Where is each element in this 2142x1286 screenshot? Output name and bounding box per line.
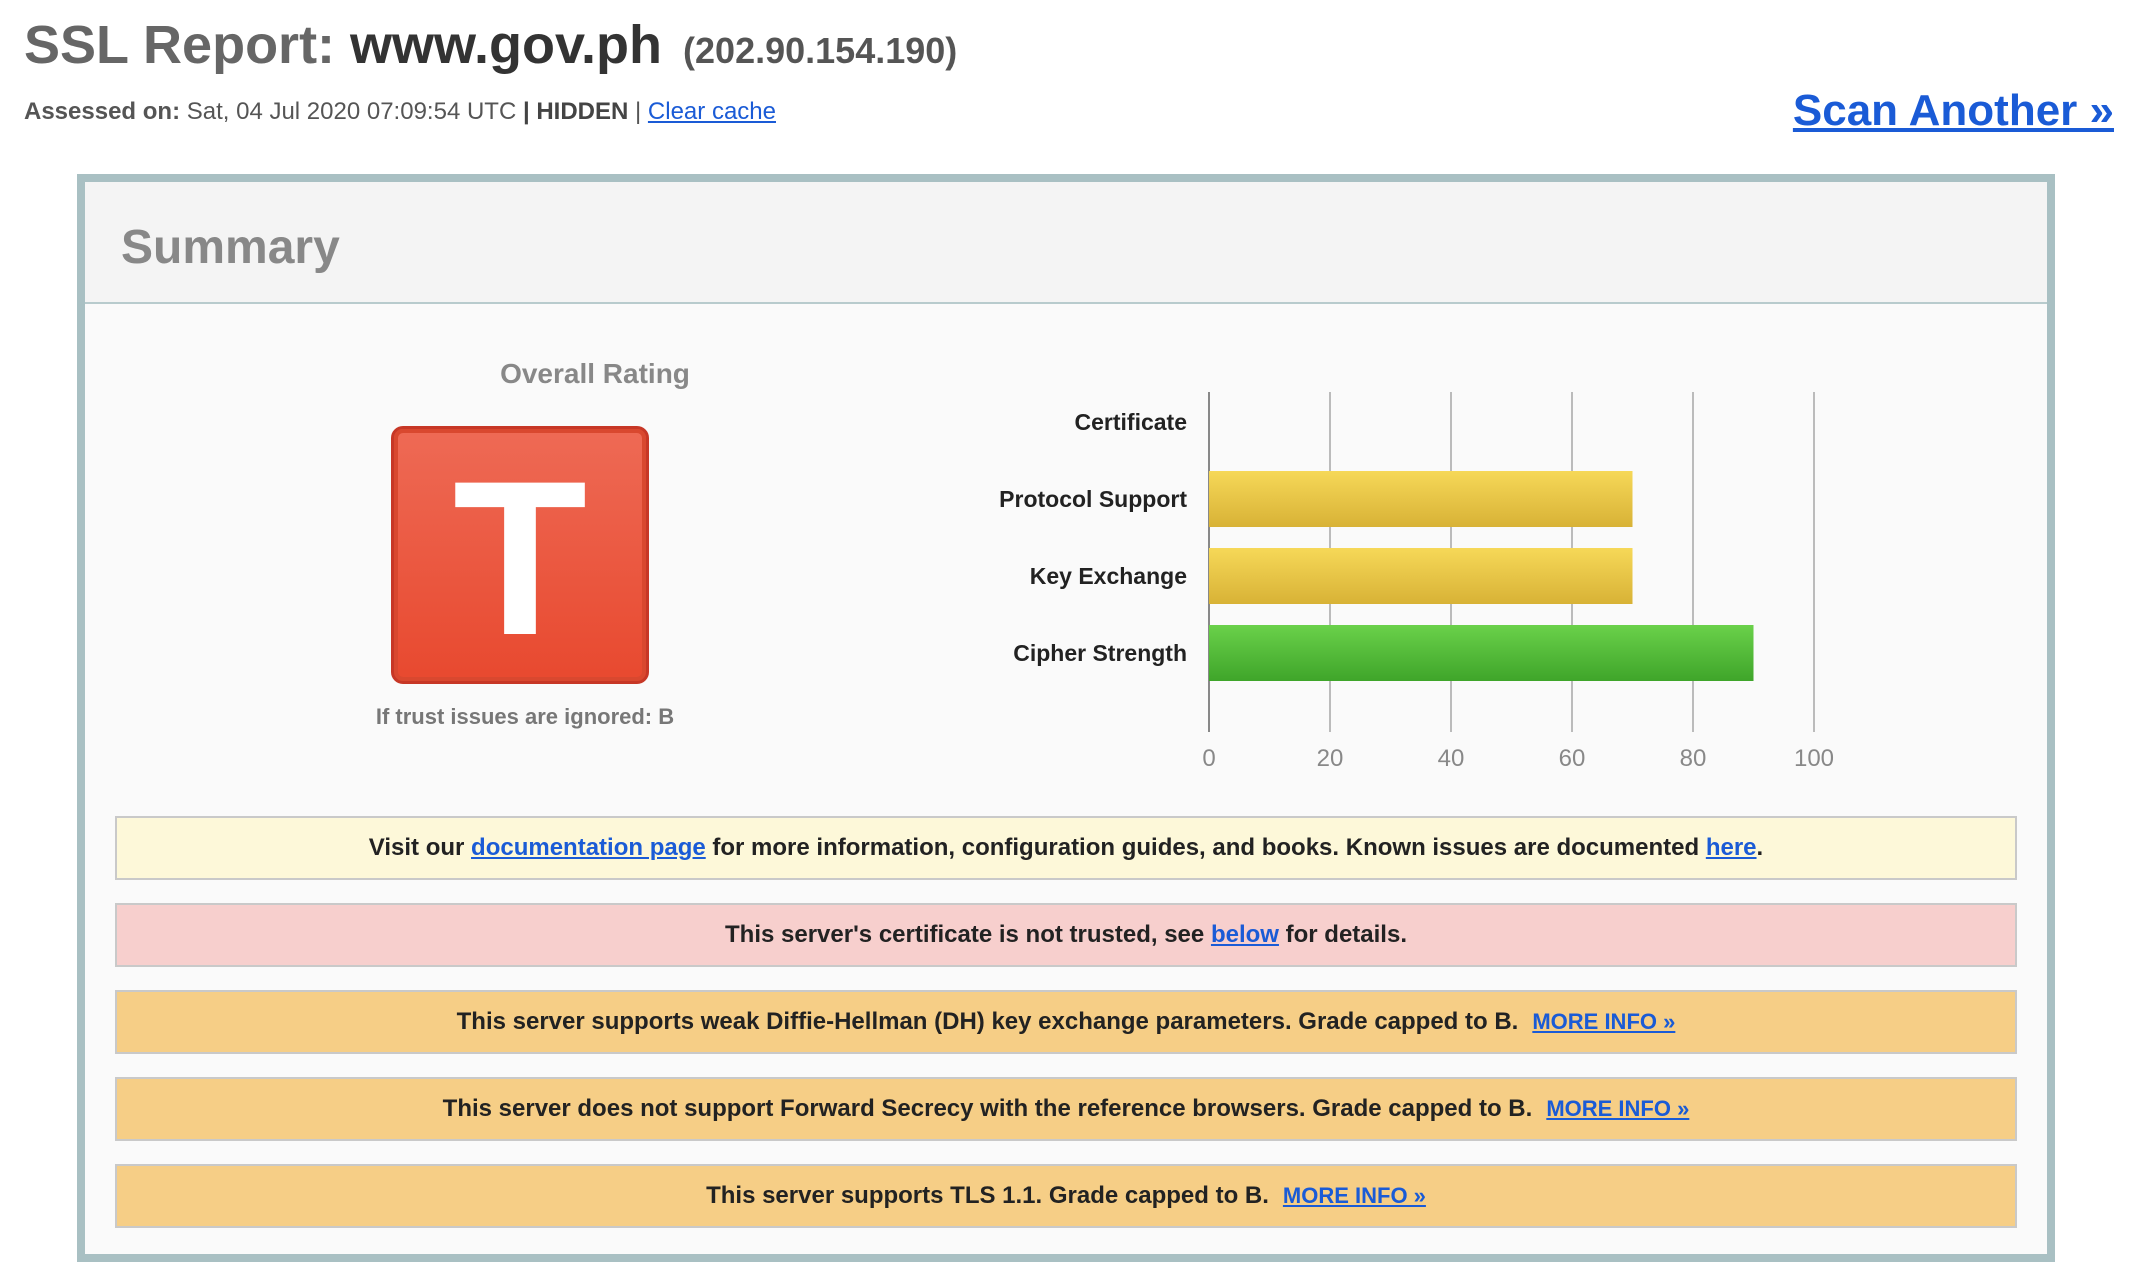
more-info-link[interactable]: MORE INFO » <box>1283 1183 1426 1209</box>
category-label: Cipher Strength <box>1013 640 1187 666</box>
assessed-label: Assessed on: <box>24 98 181 125</box>
tls11-notice: This server supports TLS 1.1. Grade capp… <box>115 1164 2017 1228</box>
scan-another-link[interactable]: Scan Another » <box>1793 86 2114 136</box>
category-label: Protocol Support <box>999 486 1187 512</box>
title-prefix: SSL Report: <box>24 15 336 75</box>
page: SSL Report: www.gov.ph (202.90.154.190) … <box>0 0 2142 1286</box>
bar-cipher-strength <box>1209 625 1754 681</box>
bar-key-exchange <box>1209 548 1633 604</box>
notice-text: This server's certificate is not trusted… <box>725 921 1205 948</box>
details-below-link[interactable]: below <box>1211 921 1279 949</box>
more-info-link[interactable]: MORE INFO » <box>1546 1096 1689 1122</box>
forward-secrecy-notice: This server does not support Forward Sec… <box>115 1077 2017 1141</box>
ip-address: (202.90.154.190) <box>683 30 958 71</box>
untrusted-certificate-notice: This server's certificate is not trusted… <box>115 903 2017 967</box>
notice-text: This server supports weak Diffie-Hellman… <box>456 1008 1519 1035</box>
assessed-line: Assessed on: Sat, 04 Jul 2020 07:09:54 U… <box>24 98 776 126</box>
known-issues-link[interactable]: here <box>1706 834 1757 862</box>
weak-dh-notice: This server supports weak Diffie-Hellman… <box>115 990 2017 1054</box>
separator: | <box>635 98 642 125</box>
x-tick-label: 20 <box>1317 745 1344 772</box>
report-title: SSL Report: www.gov.ph (202.90.154.190) <box>24 14 957 76</box>
assessed-date: Sat, 04 Jul 2020 07:09:54 UTC <box>186 98 517 125</box>
notice-text: Visit our <box>368 834 465 861</box>
notice-text: . <box>1756 834 1764 861</box>
x-tick-label: 80 <box>1680 745 1707 772</box>
more-info-link[interactable]: MORE INFO » <box>1532 1009 1675 1035</box>
x-tick-label: 100 <box>1794 745 1834 772</box>
notice-text: This server does not support Forward Sec… <box>442 1095 1533 1122</box>
notice-text: for details. <box>1285 921 1407 948</box>
bar-protocol-support <box>1209 471 1633 527</box>
score-chart: 0 20 40 60 80 100 Certificate Protocol Support K… <box>999 392 1834 772</box>
x-tick-label: 60 <box>1559 745 1586 772</box>
hidden-label: | HIDDEN <box>522 98 629 125</box>
host-name: www.gov.ph <box>350 15 663 75</box>
x-tick-label: 40 <box>1438 745 1465 772</box>
notice-text: for more information, configuration guid… <box>712 834 1700 861</box>
category-label: Certificate <box>1075 409 1187 435</box>
summary-panel: Summary Overall Rating T If trust issues… <box>77 174 2055 1262</box>
clear-cache-link[interactable]: Clear cache <box>648 98 776 125</box>
x-tick-label: 0 <box>1202 745 1215 772</box>
documentation-link[interactable]: documentation page <box>471 834 706 862</box>
notice-text: This server supports TLS 1.1. Grade capp… <box>706 1182 1269 1209</box>
documentation-notice: Visit our documentation page for more in… <box>115 816 2017 880</box>
category-label: Key Exchange <box>1030 563 1187 589</box>
